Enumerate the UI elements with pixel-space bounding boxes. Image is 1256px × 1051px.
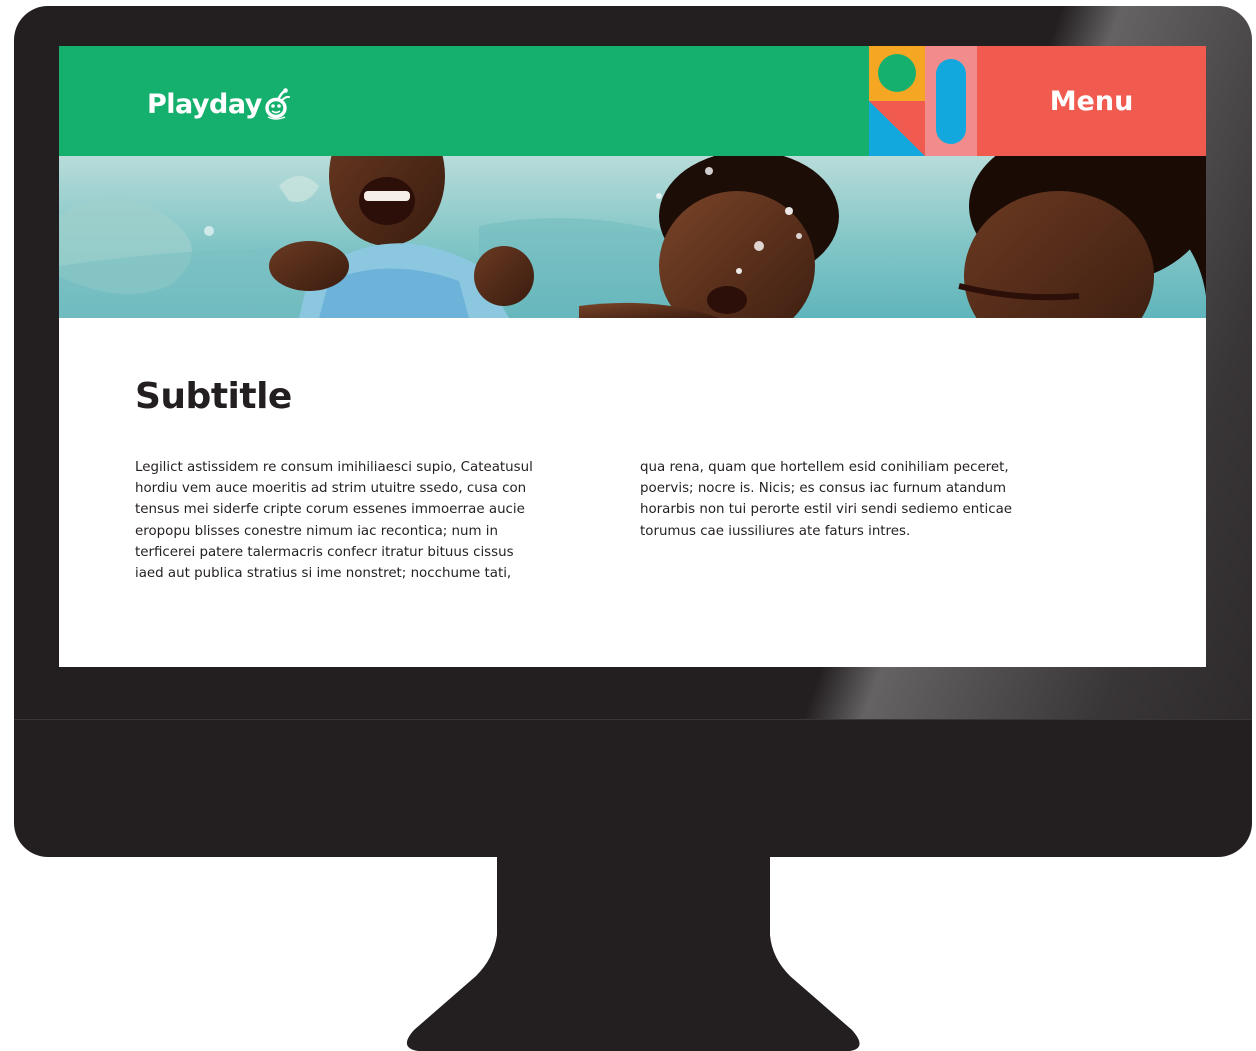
body-line: torumus cae iussiliures ate faturs intre… (640, 523, 911, 539)
website-screen: Playday Menu Subtitle Legilict astisside… (59, 46, 1206, 667)
logo-text: Playday (147, 88, 262, 120)
body-line: iaed aut publica stratius si ime nonstre… (135, 566, 512, 582)
body-text-right-column: qua rena, quam que hortellem esid conihi… (640, 457, 1090, 542)
body-line: terficerei patere talermacris confecr it… (135, 544, 514, 560)
page-subtitle: Subtitle (135, 376, 292, 417)
menu-button[interactable]: Menu (977, 46, 1206, 156)
body-line: poervis; nocre is. Nicis; es consus iac … (640, 481, 1007, 497)
bezel-divider (14, 719, 1252, 720)
body-line: hordiu vem auce moeritis ad strim utuitr… (135, 481, 527, 497)
desktop-monitor-mockup: Playday Menu Subtitle Legilict astisside… (0, 0, 1256, 1051)
body-line: qua rena, quam que hortellem esid conihi… (640, 460, 1009, 475)
body-line: tensus mei siderfe cripte corum essenes … (135, 502, 525, 518)
header-decoration-shapes (869, 46, 977, 156)
site-header: Playday Menu (59, 46, 1206, 156)
menu-label: Menu (1049, 85, 1134, 117)
body-text-left-column: Legilict astissidem re consum imihiliaes… (135, 457, 611, 584)
body-line: eropopu blisses conestre nimum iac recon… (135, 523, 499, 539)
site-logo[interactable]: Playday (147, 84, 291, 124)
logo-bug-icon (265, 88, 290, 120)
hero-image (59, 156, 1206, 318)
body-line: Legilict astissidem re consum imihiliaes… (135, 460, 533, 475)
body-line: horarbis non tui perorte estil viri send… (640, 502, 1013, 518)
